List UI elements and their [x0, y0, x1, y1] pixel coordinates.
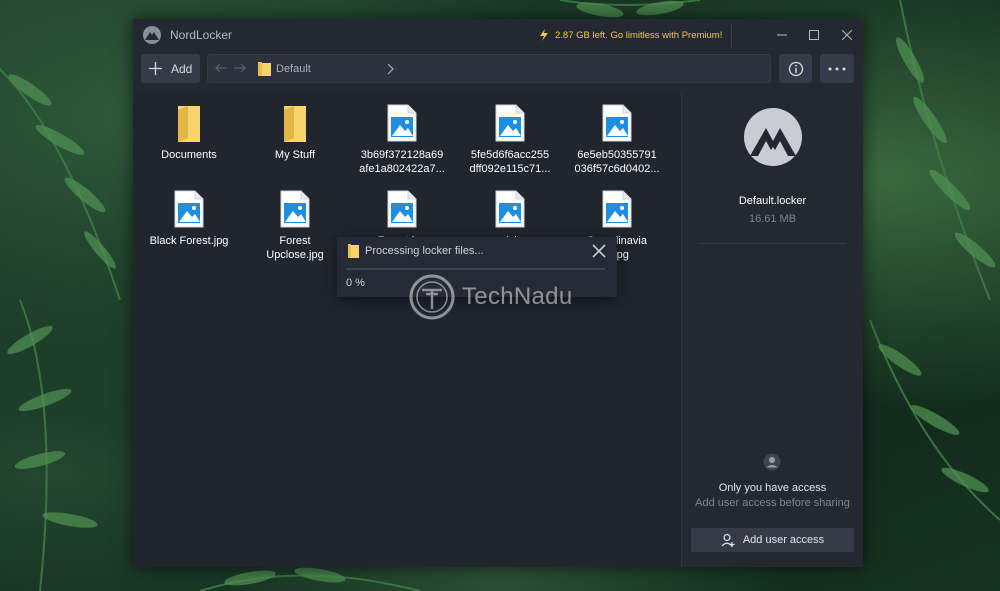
toolbar: Add Default [133, 51, 863, 91]
file-name: 5fe5d6f6acc255 dff092e115c71... [469, 149, 551, 175]
premium-promo[interactable]: 2.87 GB left. Go limitless with Premium! [538, 29, 722, 41]
minimize-button[interactable] [771, 25, 793, 45]
add-button[interactable]: Add [141, 54, 200, 83]
folder-icon [348, 244, 359, 258]
file-item[interactable]: Forest Upclose.jpg [245, 183, 345, 265]
close-button[interactable] [836, 25, 858, 45]
add-user-access-label: Add user access [742, 534, 825, 546]
image-file-icon [174, 190, 204, 228]
file-name: Forest Upclose.jpg [266, 235, 324, 261]
file-name: Documents [161, 149, 217, 161]
minimize-icon [777, 34, 787, 36]
access-hint: Add user access before sharing [695, 497, 850, 509]
file-grid: Documents My Stuff 3b69f372128a69 afe1a802… [133, 92, 681, 567]
image-file-icon [280, 190, 310, 228]
panel-separator [699, 243, 846, 244]
folder-item[interactable]: My Stuff [245, 97, 345, 179]
window-title: NordLocker [170, 28, 233, 42]
file-item[interactable]: 3b69f372128a69 afe1a802422a7... [352, 97, 452, 179]
locker-size: 16.61 MB [748, 213, 797, 225]
image-file-icon [602, 190, 632, 228]
access-status: Only you have access [718, 482, 827, 494]
nordlocker-logo-icon [744, 108, 802, 166]
info-icon [788, 61, 803, 76]
file-item[interactable]: 5fe5d6f6acc255 dff092e115c71... [460, 97, 560, 179]
processing-title: Processing locker files... [365, 245, 484, 257]
close-icon[interactable] [591, 243, 607, 259]
title-bar[interactable]: NordLocker 2.87 GB left. Go limitless wi… [133, 19, 863, 51]
breadcrumb-item-default[interactable]: Default [276, 63, 311, 75]
add-button-label: Add [171, 61, 193, 76]
progress-percent: 0 % [346, 277, 365, 289]
arrow-left-icon[interactable] [214, 61, 228, 75]
file-item[interactable]: Black Forest.jpg [139, 183, 239, 265]
add-user-access-button[interactable]: Add user access [691, 528, 854, 552]
locker-name: Default.locker [738, 195, 807, 207]
promo-text: 2.87 GB left. Go limitless with Premium! [555, 29, 723, 41]
file-name: My Stuff [274, 149, 316, 161]
chevron-right-icon[interactable] [386, 62, 395, 76]
maximize-button[interactable] [803, 25, 825, 45]
processing-dialog: Processing locker files... 0 % [337, 237, 617, 297]
more-button[interactable] [820, 54, 854, 83]
image-file-icon [602, 104, 632, 142]
info-button[interactable] [779, 54, 812, 83]
more-icon [828, 67, 846, 70]
arrow-right-icon[interactable] [233, 61, 247, 75]
user-icon [763, 453, 781, 471]
folder-icon [258, 62, 271, 76]
folder-icon [284, 106, 306, 142]
file-item[interactable]: 6e5eb50355791 036f57c6d0402... [567, 97, 667, 179]
folder-icon [178, 106, 200, 142]
plus-icon [149, 62, 162, 75]
breadcrumb: Default [207, 54, 771, 83]
maximize-icon [809, 30, 819, 40]
file-name: 6e5eb50355791 036f57c6d0402... [574, 149, 660, 175]
close-icon [842, 30, 852, 40]
locker-details-panel: Default.locker 16.61 MB Only you have ac… [682, 92, 863, 567]
folder-item[interactable]: Documents [139, 97, 239, 179]
image-file-icon [387, 190, 417, 228]
image-file-icon [495, 104, 525, 142]
image-file-icon [387, 104, 417, 142]
file-name: 3b69f372128a69 afe1a802422a7... [359, 149, 445, 175]
file-name: Black Forest.jpg [149, 235, 229, 247]
nordlocker-logo-icon [143, 26, 161, 44]
image-file-icon [495, 190, 525, 228]
titlebar-divider [731, 24, 732, 48]
lightning-icon [540, 29, 548, 41]
progress-bar [346, 268, 605, 270]
add-user-icon [721, 533, 735, 547]
